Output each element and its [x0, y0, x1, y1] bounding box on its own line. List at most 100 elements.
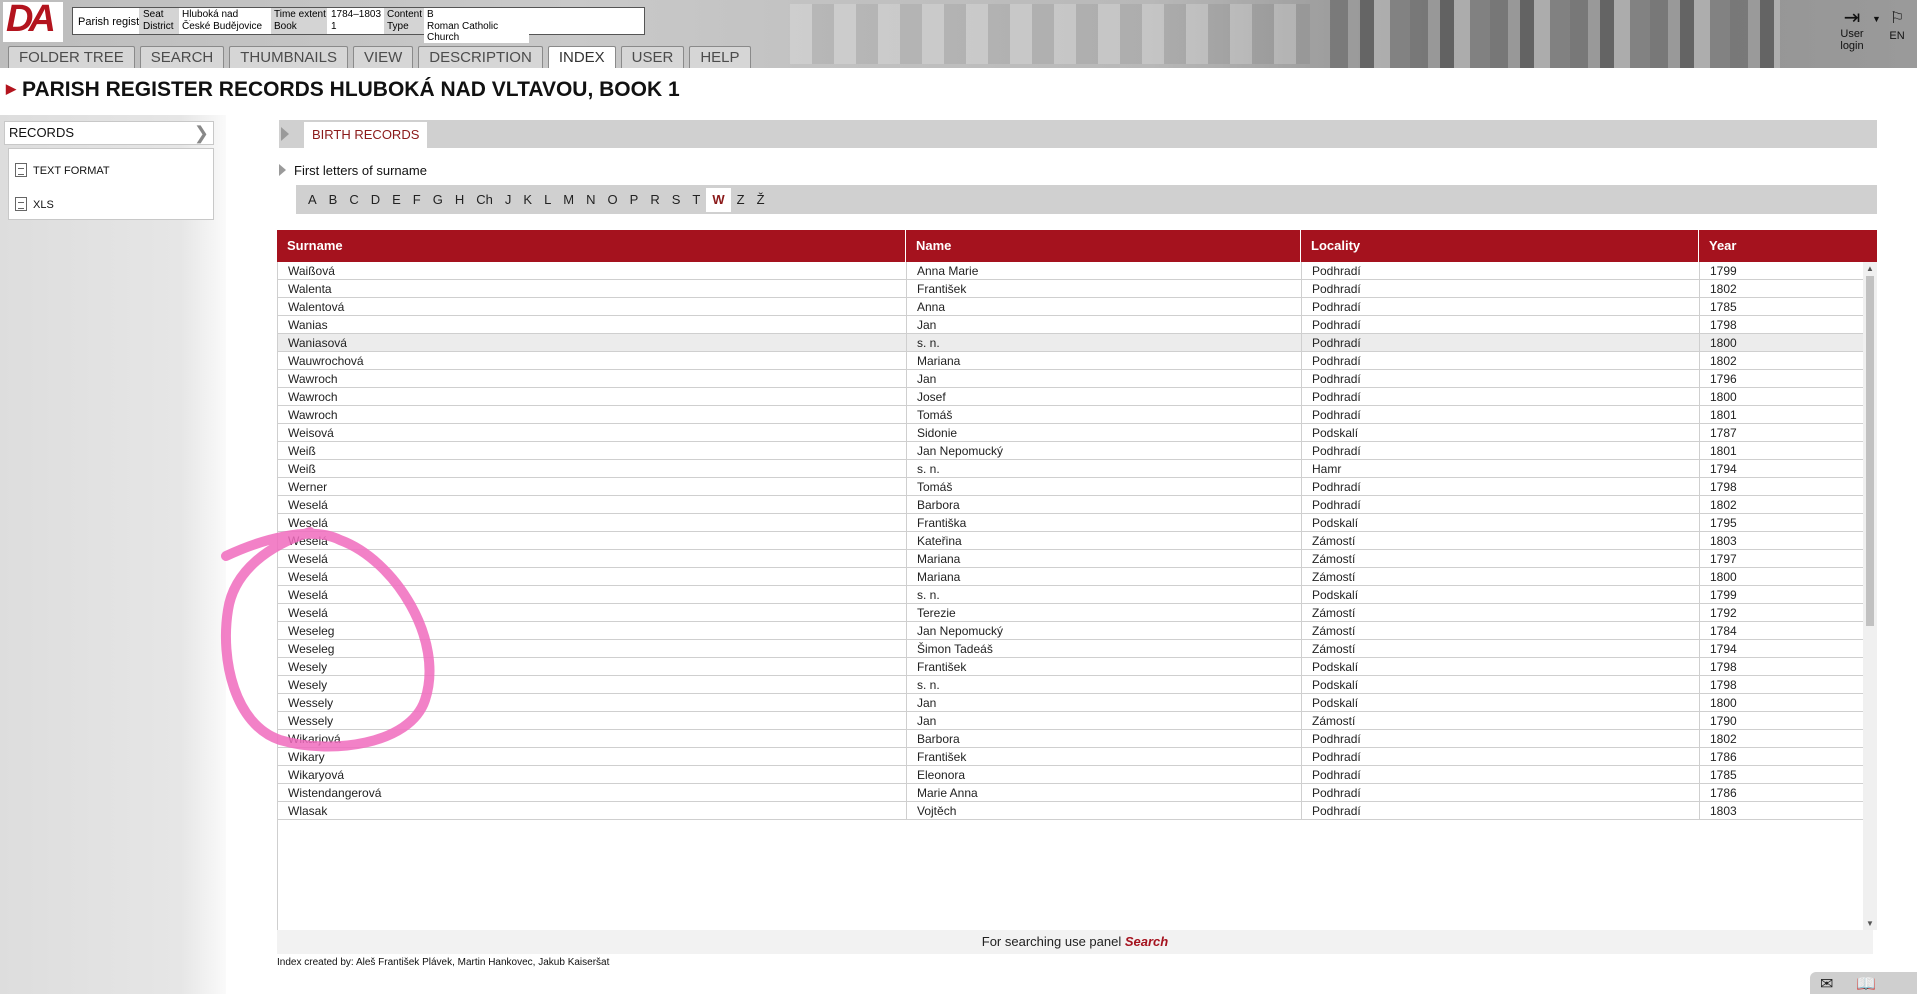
logo[interactable]: DA: [3, 0, 63, 42]
cell-year: 1799: [1700, 586, 1863, 604]
letter-filter-M[interactable]: M: [557, 188, 580, 212]
cell-name: Tomáš: [907, 478, 1302, 496]
cell-surname: Wikarjová: [278, 730, 907, 748]
column-surname[interactable]: Surname: [277, 230, 906, 262]
nav-tab-index[interactable]: INDEX: [547, 46, 616, 68]
login-arrow-icon: ⇥: [1843, 7, 1861, 29]
cell-year: 1798: [1700, 676, 1863, 694]
table-row[interactable]: Weselá Františka Podskalí 1795: [278, 514, 1863, 532]
cell-year: 1798: [1700, 316, 1863, 334]
nav-tab-folder-tree[interactable]: FOLDER TREE: [8, 46, 135, 68]
letter-filter-K[interactable]: K: [517, 188, 538, 212]
cell-year: 1785: [1700, 766, 1863, 784]
table-row[interactable]: Wawroch Josef Podhradí 1800: [278, 388, 1863, 406]
nav-tab-user[interactable]: USER: [620, 46, 685, 68]
time-extent-value: 1784–1803: [328, 9, 384, 20]
cell-surname: Werner: [278, 478, 907, 496]
letter-filter-L[interactable]: L: [538, 188, 557, 212]
mail-icon[interactable]: ✉: [1820, 974, 1833, 994]
cell-surname: Weseleg: [278, 622, 907, 640]
table-row[interactable]: Weseleg Šimon Tadeáš Zámostí 1794: [278, 640, 1863, 658]
letter-filter-S[interactable]: S: [666, 188, 687, 212]
table-row[interactable]: Wessely Jan Zámostí 1790: [278, 712, 1863, 730]
letter-filter-C[interactable]: C: [343, 188, 364, 212]
table-row[interactable]: Waißová Anna Marie Podhradí 1799: [278, 262, 1863, 280]
letter-filter-O[interactable]: O: [602, 188, 624, 212]
letter-filter-A[interactable]: A: [302, 188, 323, 212]
letter-filter-P[interactable]: P: [624, 188, 645, 212]
letter-filter-D[interactable]: D: [365, 188, 386, 212]
xls-link[interactable]: XLS: [15, 197, 54, 211]
table-row[interactable]: Walenta František Podhradí 1802: [278, 280, 1863, 298]
table-row[interactable]: Wesely František Podskalí 1798: [278, 658, 1863, 676]
table-row[interactable]: Walentová Anna Podhradí 1785: [278, 298, 1863, 316]
cell-name: Mariana: [907, 568, 1302, 586]
cell-surname: Wikary: [278, 748, 907, 766]
nav-tab-view[interactable]: VIEW: [352, 46, 414, 68]
language-switch[interactable]: ⚐ EN: [1880, 8, 1914, 42]
table-row[interactable]: Weisová Sidonie Podskalí 1787: [278, 424, 1863, 442]
tab-birth-records[interactable]: BIRTH RECORDS: [304, 122, 428, 148]
table-row[interactable]: Wesely s. n. Podskalí 1798: [278, 676, 1863, 694]
table-row[interactable]: Weselá Mariana Zámostí 1800: [278, 568, 1863, 586]
letter-filter-H[interactable]: H: [449, 188, 470, 212]
nav-tab-thumbnails[interactable]: THUMBNAILS: [229, 46, 348, 68]
book-icon[interactable]: 📖: [1856, 974, 1876, 994]
cell-surname: Wawroch: [278, 406, 907, 424]
scroll-up-icon[interactable]: ▲: [1866, 264, 1874, 273]
table-row[interactable]: Waniasová s. n. Podhradí 1800: [278, 334, 1863, 352]
cell-name: Šimon Tadeáš: [907, 640, 1302, 658]
letter-filter-J[interactable]: J: [499, 188, 518, 212]
letter-filter-W[interactable]: W: [706, 187, 731, 212]
letter-filter-Ž[interactable]: Ž: [751, 188, 771, 212]
chevron-right-icon[interactable]: ❯: [194, 122, 209, 144]
cell-name: Anna Marie: [907, 262, 1302, 280]
user-login-button[interactable]: ⇥ ▼ User login: [1832, 7, 1881, 52]
table-row[interactable]: Weselá Barbora Podhradí 1802: [278, 496, 1863, 514]
book-label: Book: [274, 21, 297, 32]
nav-tab-description[interactable]: DESCRIPTION: [418, 46, 543, 68]
letter-filter-Ch[interactable]: Ch: [470, 188, 499, 212]
letter-filter-F[interactable]: F: [407, 188, 427, 212]
cell-locality: Podskalí: [1302, 424, 1700, 442]
scroll-down-icon[interactable]: ▼: [1866, 919, 1874, 928]
table-row[interactable]: Weiß Jan Nepomucký Podhradí 1801: [278, 442, 1863, 460]
column-year[interactable]: Year: [1699, 230, 1877, 262]
scrollbar-thumb[interactable]: [1866, 276, 1874, 626]
letter-filter-Z[interactable]: Z: [731, 188, 751, 212]
text-format-link[interactable]: TEXT FORMAT: [15, 163, 110, 177]
letter-filter-B[interactable]: B: [323, 188, 344, 212]
table-row[interactable]: Wistendangerová Marie Anna Podhradí 1786: [278, 784, 1863, 802]
records-header[interactable]: RECORDS ❯: [4, 121, 214, 145]
table-row[interactable]: Weselá s. n. Podskalí 1799: [278, 586, 1863, 604]
table-row[interactable]: Weseleg Jan Nepomucký Zámostí 1784: [278, 622, 1863, 640]
table-row[interactable]: Wauwrochová Mariana Podhradí 1802: [278, 352, 1863, 370]
letter-filter-T[interactable]: T: [686, 188, 706, 212]
table-row[interactable]: Wanias Jan Podhradí 1798: [278, 316, 1863, 334]
table-row[interactable]: Weselá Terezie Zámostí 1792: [278, 604, 1863, 622]
letter-filter-R[interactable]: R: [644, 188, 665, 212]
table-row[interactable]: Wikaryová Eleonora Podhradí 1785: [278, 766, 1863, 784]
table-row[interactable]: Werner Tomáš Podhradí 1798: [278, 478, 1863, 496]
table-row[interactable]: Wikary František Podhradí 1786: [278, 748, 1863, 766]
cell-surname: Weselá: [278, 604, 907, 622]
nav-tab-search[interactable]: SEARCH: [139, 46, 225, 68]
table-row[interactable]: Weselá Mariana Zámostí 1797: [278, 550, 1863, 568]
table-row[interactable]: Wawroch Jan Podhradí 1796: [278, 370, 1863, 388]
search-panel-link[interactable]: Search: [1125, 934, 1168, 949]
column-name[interactable]: Name: [906, 230, 1301, 262]
cell-name: Jan: [907, 370, 1302, 388]
letter-filter-G[interactable]: G: [427, 188, 449, 212]
table-row[interactable]: Wlasak Vojtěch Podhradí 1803: [278, 802, 1863, 820]
table-row[interactable]: Weiß s. n. Hamr 1794: [278, 460, 1863, 478]
table-row[interactable]: Wessely Jan Podskalí 1800: [278, 694, 1863, 712]
table-scrollbar[interactable]: ▲ ▼: [1863, 262, 1877, 930]
nav-tab-help[interactable]: HELP: [689, 46, 751, 68]
table-row[interactable]: Wikarjová Barbora Podhradí 1802: [278, 730, 1863, 748]
letter-filter-N[interactable]: N: [580, 188, 601, 212]
table-row[interactable]: Wawroch Tomáš Podhradí 1801: [278, 406, 1863, 424]
letter-filter-E[interactable]: E: [386, 188, 407, 212]
column-locality[interactable]: Locality: [1301, 230, 1699, 262]
table-row[interactable]: Weselá Kateřina Zámostí 1803: [278, 532, 1863, 550]
cell-name: Jan Nepomucký: [907, 622, 1302, 640]
